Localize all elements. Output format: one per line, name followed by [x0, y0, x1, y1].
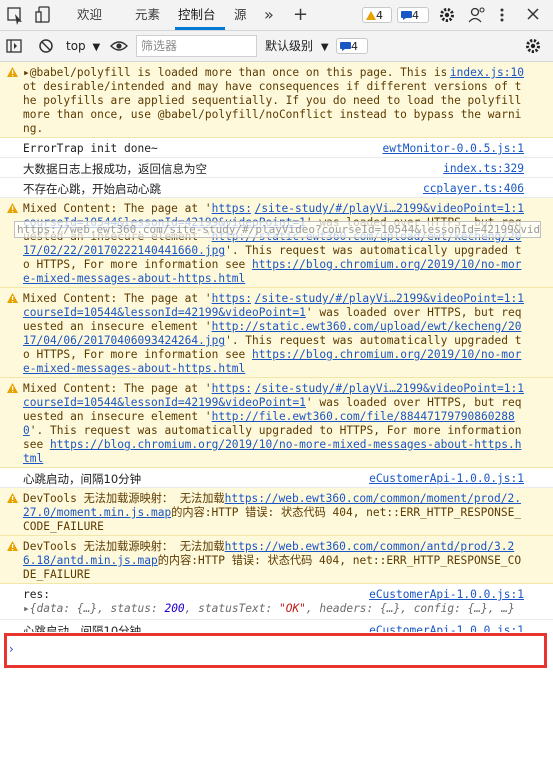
res-label: res: [23, 588, 50, 601]
feedback-icon[interactable] [467, 0, 487, 30]
tab-console[interactable]: 控制台 [178, 0, 216, 30]
console-message-log: res: ▸{data: {…}, status: 200, statusTex… [0, 584, 553, 620]
filter-input[interactable]: 筛选器 [136, 35, 257, 57]
message-source-link[interactable]: index.ts:329 [439, 162, 524, 176]
message-source-link[interactable]: eCustomerApi-1.0.0.js:1 [365, 624, 524, 632]
console-settings-gear-icon[interactable] [524, 37, 542, 55]
console-filter-bar: top ▼ 筛选器 默认级别 ▼ 4 [0, 31, 553, 62]
show-sidebar-icon[interactable] [6, 38, 22, 54]
tab-elements[interactable]: 元素 [135, 0, 160, 30]
message-text: DevTools 无法加载源映射： 无法加载https://web.ewt360… [23, 540, 522, 581]
log-level-value: 默认级别 [265, 39, 314, 53]
message-source-link[interactable]: /site-study/#/playVi…2199&videoPoint=1:1 [250, 382, 524, 396]
log-level-dropdown[interactable]: 默认级别 ▼ [265, 39, 329, 55]
issues-count: 4 [351, 40, 358, 53]
active-tab-indicator [175, 27, 225, 30]
messages-count: 4 [412, 9, 419, 22]
context-value: top [66, 39, 86, 53]
console-message-log: ErrorTrap init done~ ewtMonitor-0.0.5.js… [0, 138, 553, 158]
tab-sources[interactable]: 源 [234, 0, 247, 30]
console-message-log: 不存在心跳，开始启动心跳 ccplayer.ts:406 [0, 178, 553, 198]
message-source-link[interactable]: /site-study/#/playVi…2199&videoPoint=1:1 [250, 292, 524, 306]
tab-welcome[interactable]: 欢迎 [77, 0, 102, 30]
console-message-warning: DevTools 无法加载源映射： 无法加载https://web.ewt360… [0, 536, 553, 584]
console-messages: ▸@babel/polyfill is loaded more than onc… [0, 62, 553, 632]
devtools-tab-bar: 欢迎 元素 控制台 源 » + 4 4 [0, 0, 553, 31]
console-message-log: 大数据日志上报成功，返回信息为空 index.ts:329 [0, 158, 553, 178]
console-message-warning: Mixed Content: The page at 'https://web.… [0, 198, 553, 288]
chevron-down-icon: ▼ [320, 42, 329, 53]
context-selector[interactable]: top ▼ [66, 39, 100, 55]
warning-icon [7, 541, 18, 551]
warning-icon [7, 293, 18, 303]
prompt-chevron-icon: › [9, 642, 14, 656]
message-source-link[interactable]: eCustomerApi-1.0.0.js:1 [365, 472, 524, 486]
console-message-warning: Mixed Content: The page at 'https://web.… [0, 378, 553, 468]
more-info-link[interactable]: https://blog.chromium.org/2019/10/no-mor… [23, 438, 521, 465]
message-source-link[interactable]: eCustomerApi-1.0.0.js:1 [365, 588, 524, 602]
console-input-prompt[interactable]: › [4, 633, 547, 668]
close-devtools-icon[interactable] [526, 0, 540, 30]
warning-icon [7, 67, 18, 77]
issues-count-badge[interactable]: 4 [336, 38, 368, 54]
object-preview[interactable]: ▸{data: {…}, status: 200, statusText: "O… [23, 602, 515, 615]
device-emulation-icon[interactable] [34, 0, 52, 30]
message-source-link[interactable]: ewtMonitor-0.0.5.js:1 [379, 142, 524, 156]
warnings-count: 4 [376, 9, 383, 22]
message-source-link[interactable]: /site-study/#/playVi…2199&videoPoint=1:1 [250, 202, 524, 216]
message-text: DevTools 无法加载源映射： 无法加载https://web.ewt360… [23, 492, 522, 533]
warnings-count-badge[interactable]: 4 [362, 7, 392, 23]
url-tooltip: https://web.ewt360.com/site-study/#/play… [14, 221, 541, 238]
warning-icon [7, 203, 18, 213]
console-message-warning: ▸@babel/polyfill is loaded more than onc… [0, 62, 553, 138]
console-message-log: 心跳启动，间隔10分钟 eCustomerApi-1.0.0.js:1 [0, 468, 553, 488]
chevron-down-icon: ▼ [92, 42, 101, 53]
message-source-link[interactable]: index.js:10 [445, 66, 524, 80]
console-message-warning: DevTools 无法加载源映射： 无法加载https://web.ewt360… [0, 488, 553, 536]
more-tabs-button[interactable]: » [264, 0, 274, 30]
messages-count-badge[interactable]: 4 [397, 7, 429, 23]
inspect-element-icon[interactable] [6, 0, 24, 30]
warning-icon [7, 383, 18, 393]
console-message-log: 心跳启动，间隔10分钟 eCustomerApi-1.0.0.js:1 [0, 620, 553, 632]
settings-gear-icon[interactable] [438, 0, 456, 30]
warning-icon [7, 493, 18, 503]
live-expression-eye-icon[interactable] [110, 39, 128, 53]
clear-console-icon[interactable] [38, 38, 54, 54]
console-message-warning: Mixed Content: The page at 'https://web.… [0, 288, 553, 378]
more-options-icon[interactable] [497, 0, 507, 30]
message-source-link[interactable]: ccplayer.ts:406 [419, 182, 524, 196]
add-tab-button[interactable]: + [293, 0, 308, 30]
